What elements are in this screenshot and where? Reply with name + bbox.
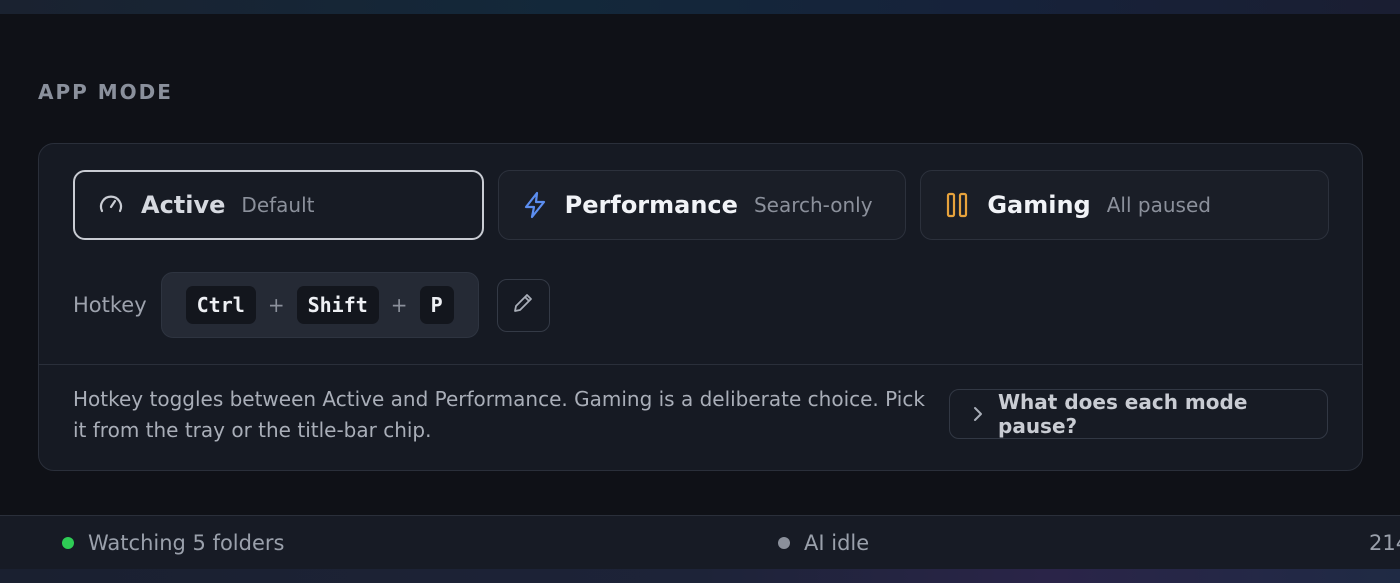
mode-label: Performance [564, 191, 738, 219]
status-right-value: 214 [1369, 531, 1400, 555]
hotkey-row: Hotkey Ctrl + Shift + P [73, 272, 550, 338]
key-p: P [419, 286, 454, 324]
status-watching[interactable]: Watching 5 folders [62, 516, 284, 570]
mode-details-label: What does each mode pause? [998, 390, 1248, 438]
mode-performance-button[interactable]: Performance Search-only [497, 170, 907, 240]
lightning-icon [521, 191, 549, 219]
section-title: APP MODE [38, 80, 173, 104]
key-ctrl: Ctrl [185, 286, 256, 324]
mode-label: Active [141, 191, 226, 219]
pause-icon [943, 191, 971, 219]
divider [39, 364, 1362, 365]
status-watching-text: Watching 5 folders [88, 531, 285, 555]
mode-sublabel: Default [241, 193, 315, 217]
mode-help-text: Hotkey toggles between Active and Perfor… [73, 387, 925, 442]
mode-sublabel: All paused [1106, 193, 1211, 217]
mode-details-button[interactable]: What does each mode pause? [949, 389, 1328, 439]
hotkey-label: Hotkey [73, 293, 147, 317]
mode-gaming-button[interactable]: Gaming All paused [920, 170, 1330, 240]
mode-label: Gaming [987, 191, 1091, 219]
mode-selector: Active Default Performance Search-only G… [73, 170, 1330, 240]
status-dot-gray [778, 537, 790, 549]
key-separator: + [390, 293, 408, 317]
gauge-icon [97, 191, 125, 219]
app-mode-card: Active Default Performance Search-only G… [38, 143, 1363, 471]
status-ai-text: AI idle [804, 531, 870, 555]
status-dot-green [62, 537, 74, 549]
pencil-icon [511, 291, 535, 319]
key-shift: Shift [296, 286, 379, 324]
edit-hotkey-button[interactable] [496, 278, 550, 332]
hotkey-display: Ctrl + Shift + P [160, 272, 479, 338]
top-strip [0, 0, 1400, 14]
status-bar: Watching 5 folders AI idle 214 [0, 515, 1400, 569]
bottom-strip [0, 569, 1400, 583]
status-ai[interactable]: AI idle [778, 516, 869, 570]
mode-sublabel: Search-only [753, 193, 873, 217]
chevron-right-icon [972, 406, 984, 422]
key-separator: + [267, 293, 285, 317]
mode-active-button[interactable]: Active Default [73, 170, 484, 240]
